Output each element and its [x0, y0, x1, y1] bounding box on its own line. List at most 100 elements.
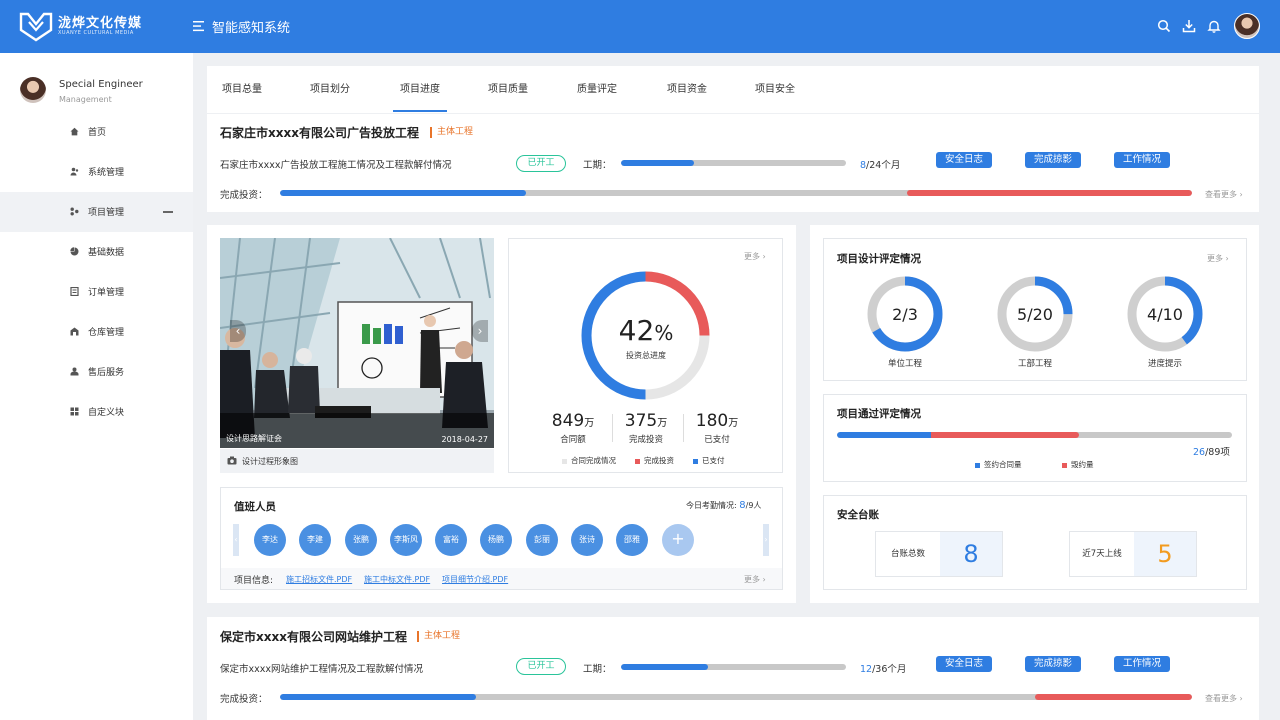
work-status-button[interactable]: 工作情况 [1114, 152, 1170, 168]
safety-title: 安全台账 [837, 509, 879, 521]
tab-progress[interactable]: 项目进度 [393, 66, 447, 112]
recent-online-label: 近7天上线 [1082, 549, 1122, 559]
project-desc: 保定市xxxx网站维护工程情况及工程款解付情况 [220, 664, 423, 675]
contract-amount-label: 合同额 [560, 435, 586, 445]
duty-person[interactable]: 富裕 [435, 524, 467, 556]
sidebar-item-basic-data[interactable]: 基础数据 [0, 232, 193, 272]
duty-person[interactable]: 邵雅 [616, 524, 648, 556]
file-link[interactable]: 施工中标文件.PDF [364, 574, 430, 585]
sidebar-item-orders[interactable]: 订单管理 [0, 272, 193, 312]
period-progress-bar [621, 160, 846, 166]
investment-blue-segment [280, 694, 476, 700]
legend-swatch [562, 458, 567, 464]
period-progress-text: 12/36个月 [860, 661, 906, 675]
duty-person[interactable]: 张诗 [571, 524, 603, 556]
attendance-count: 今日考勤情况: 8/9人 [686, 500, 762, 511]
users-icon [70, 167, 79, 176]
project-photo[interactable]: 设计思路解证会 2018-04-27 ‹ › [220, 238, 494, 448]
pass-eval-title: 项目通过评定情况 [837, 408, 921, 420]
duty-person[interactable]: 张鹏 [345, 524, 377, 556]
duty-person[interactable]: 杨鹏 [480, 524, 512, 556]
duty-person[interactable]: 李斯风 [390, 524, 422, 556]
tab-quality[interactable]: 项目质量 [486, 66, 530, 113]
sidebar-item-label: 基础数据 [88, 248, 125, 258]
ledger-total-box[interactable]: 台账总数 8 [875, 531, 1003, 577]
safety-log-button[interactable]: 安全日志 [936, 152, 992, 168]
project-title[interactable]: 保定市xxxx有限公司网站维护工程 [220, 628, 407, 645]
legend-invest: 完成投资 [635, 455, 674, 466]
sidebar-item-custom[interactable]: 自定义块 [0, 392, 193, 432]
files-more-link[interactable]: 更多 › [744, 574, 766, 585]
menu-icon[interactable] [192, 19, 206, 33]
recent-online-value: 5 [1134, 532, 1196, 576]
legend-paid: 已支付 [693, 455, 725, 466]
add-person-button[interactable]: + [662, 524, 694, 556]
completion-snapshot-button[interactable]: 完成掠影 [1025, 656, 1081, 672]
tab-quality-eval[interactable]: 质量评定 [575, 66, 619, 113]
collapse-icon[interactable] [163, 211, 173, 213]
tab-division[interactable]: 项目划分 [308, 66, 352, 113]
period-progress-bar [621, 664, 846, 670]
period-progress-fill [621, 160, 694, 166]
bell-icon[interactable] [1207, 19, 1221, 33]
safety-log-button[interactable]: 安全日志 [936, 656, 992, 672]
completed-investment: 375万 [624, 411, 668, 431]
sidebar-item-label: 售后服务 [88, 368, 125, 378]
sidebar-item-system[interactable]: 系统管理 [0, 152, 193, 192]
duty-person[interactable]: 彭丽 [526, 524, 558, 556]
user-avatar[interactable] [1234, 13, 1260, 39]
sidebar-item-label: 系统管理 [88, 168, 125, 178]
pass-eval-count: 26/89项 [1193, 447, 1230, 458]
recent-online-box[interactable]: 近7天上线 5 [1069, 531, 1197, 577]
sidebar-item-label: 自定义块 [88, 408, 125, 418]
investment-label: 完成投资： [220, 694, 268, 705]
brand-logo[interactable] [18, 10, 54, 42]
sidebar-item-project[interactable]: 项目管理 [0, 192, 193, 232]
view-more-link[interactable]: 查看更多 › [1205, 693, 1243, 704]
unit-project-value: 2/3 [892, 305, 918, 324]
photo-footer: 设计过程形象图 [220, 449, 494, 473]
progress-hint-label: 进度提示 [1147, 359, 1182, 369]
sidebar-avatar [20, 77, 46, 103]
photo-caption: 设计思路解证会 [226, 434, 282, 443]
investment-red-segment [1035, 694, 1192, 700]
legend-swatch [1062, 462, 1067, 468]
completion-snapshot-button[interactable]: 完成掠影 [1025, 152, 1081, 168]
photo-next-arrow[interactable]: › [472, 320, 488, 342]
tab-safety[interactable]: 项目安全 [753, 66, 797, 113]
legend-contract: 合同完成情况 [562, 455, 616, 466]
sidebar-item-warehouse[interactable]: 仓库管理 [0, 312, 193, 352]
download-icon[interactable] [1182, 19, 1196, 33]
tab-bar: 项目总量 项目划分 项目进度 项目质量 质量评定 项目资金 项目安全 [207, 66, 1259, 113]
duty-next-arrow[interactable]: › [763, 524, 769, 556]
work-status-button[interactable]: 工作情况 [1114, 656, 1170, 672]
status-badge: 已开工 [516, 155, 566, 172]
stat-divider [612, 414, 613, 442]
duty-person[interactable]: 李达 [254, 524, 286, 556]
design-eval-title: 项目设计评定情况 [837, 253, 921, 265]
tab-funds[interactable]: 项目资金 [665, 66, 709, 113]
ledger-total-value: 8 [940, 532, 1002, 576]
status-badge: 已开工 [516, 658, 566, 675]
design-eval-more-link[interactable]: 更多 › [1207, 253, 1229, 264]
investment-blue-segment [280, 190, 526, 196]
duty-person[interactable]: 李建 [299, 524, 331, 556]
search-icon[interactable] [1157, 19, 1171, 33]
legend-swatch [975, 462, 980, 468]
tab-total[interactable]: 项目总量 [220, 66, 264, 113]
sidebar-item-label: 订单管理 [88, 288, 125, 298]
duty-prev-arrow[interactable]: ‹ [233, 524, 239, 556]
file-link[interactable]: 项目细节介绍.PDF [442, 574, 508, 585]
file-link[interactable]: 施工招标文件.PDF [286, 574, 352, 585]
sidebar-item-service[interactable]: 售后服务 [0, 352, 193, 392]
sidebar-item-home[interactable]: 首页 [0, 112, 193, 152]
period-done: 12 [860, 664, 873, 675]
investment-more-link[interactable]: 更多 › [744, 251, 766, 262]
contract-amount: 849万 [551, 411, 595, 431]
view-more-link[interactable]: 查看更多 › [1205, 189, 1243, 200]
completed-investment-label: 完成投资 [628, 435, 663, 445]
pass-eval-bar [837, 432, 1232, 438]
project-title[interactable]: 石家庄市xxxx有限公司广告投放工程 [220, 124, 419, 141]
duty-title: 值班人员 [234, 501, 276, 513]
investment-progress-bar [280, 190, 1192, 196]
